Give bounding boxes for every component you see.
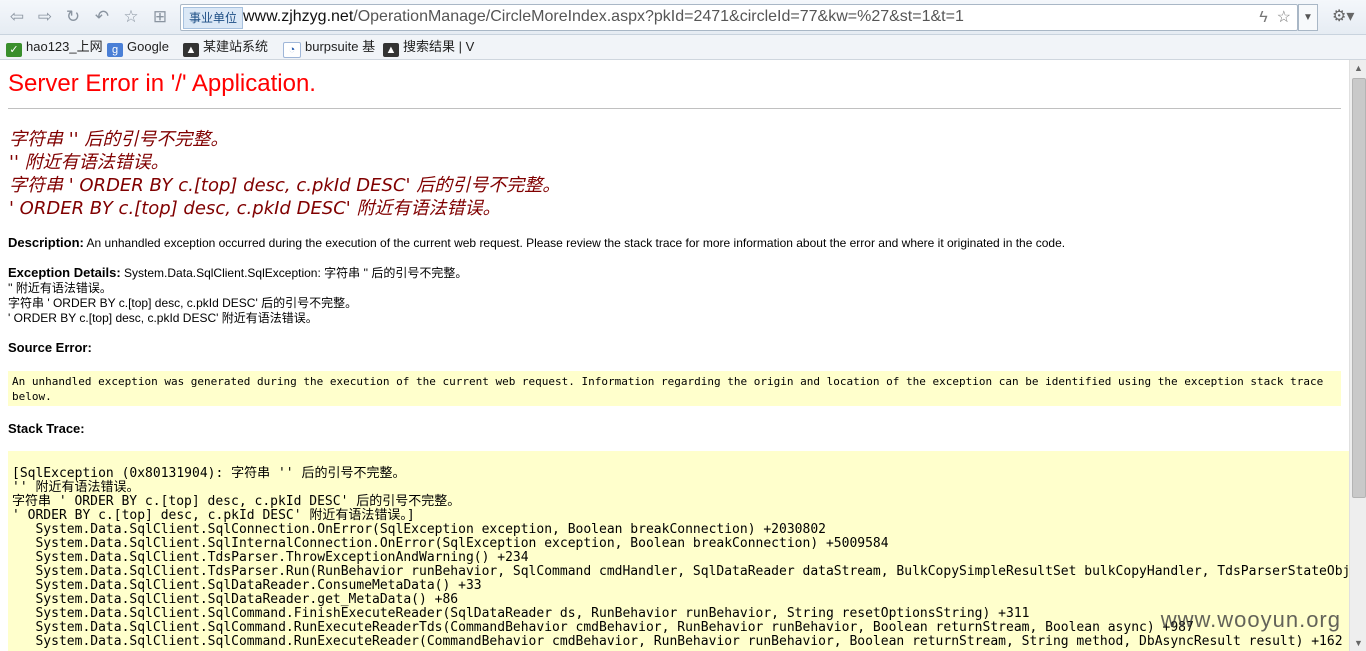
description-label: Description: [8, 235, 84, 250]
error-line: ' ORDER BY c.[top] desc, c.pkId DESC' 附近… [9, 198, 501, 219]
error-line: '' 附近有语法错误。 [9, 152, 169, 173]
google-icon: g [107, 43, 123, 57]
vertical-scrollbar[interactable]: ▲ ▼ [1349, 60, 1366, 651]
back-icon[interactable]: ⇦ [6, 6, 28, 28]
address-bar-icons: ϟ ☆ [1259, 7, 1291, 27]
bookmark-label: 搜索结果 | V [403, 39, 475, 54]
source-error-heading: Source Error: [8, 340, 92, 356]
source-error-label: Source Error: [8, 340, 92, 355]
exception-line: 字符串 ' ORDER BY c.[top] desc, c.pkId DESC… [8, 296, 358, 310]
bookmark-label: Google [127, 39, 169, 54]
bookmark-label: hao123_上网 [26, 39, 103, 54]
refresh-icon[interactable]: ↻ [62, 6, 84, 28]
divider [8, 108, 1341, 109]
wrench-menu-icon[interactable]: ⚙▾ [1332, 6, 1354, 26]
stack-trace-text: [SqlException (0x80131904): 字符串 '' 后的引号不… [12, 466, 1349, 649]
bookmark-google[interactable]: g Google [107, 37, 169, 57]
exception-line: '' 附近有语法错误。 [8, 281, 112, 295]
scroll-up-icon[interactable]: ▲ [1350, 60, 1366, 76]
address-badge: 事业单位 [183, 7, 244, 29]
address-dropdown-icon[interactable]: ▼ [1298, 4, 1318, 31]
source-error-box: An unhandled exception was generated dur… [8, 371, 1341, 406]
bookmark-hao123[interactable]: ✓ hao123_上网 [6, 37, 103, 57]
description-text: An unhandled exception occurred during t… [86, 236, 1066, 250]
bookmark-star-icon[interactable]: ☆ [1277, 9, 1291, 26]
bookmark-search-results[interactable]: ▲ 搜索结果 | V [383, 37, 474, 57]
scroll-down-icon[interactable]: ▼ [1350, 635, 1366, 651]
apps-grid-icon[interactable]: ⊞ [149, 6, 171, 28]
source-error-text: An unhandled exception was generated dur… [12, 375, 1324, 403]
error-line: 字符串 ' ORDER BY c.[top] desc, c.pkId DESC… [9, 175, 561, 196]
hao123-icon: ✓ [6, 43, 22, 57]
scrollbar-thumb[interactable] [1352, 78, 1366, 498]
lightning-icon[interactable]: ϟ [1259, 9, 1267, 26]
bookmark-label: burpsuite 基 [305, 39, 376, 54]
bookmark-label: 某建站系统 [203, 39, 269, 54]
bookmark-site-system[interactable]: ▲ 某建站系统 [183, 37, 268, 57]
exception-details-section: Exception Details: System.Data.SqlClient… [8, 265, 467, 326]
burpsuite-icon: ◔ [283, 42, 301, 58]
search-results-icon: ▲ [383, 43, 399, 57]
bookmark-burpsuite[interactable]: ◔ burpsuite 基 [283, 37, 376, 58]
site-icon: ▲ [183, 43, 199, 57]
page-content: Server Error in '/' Application. 字符串 '' … [0, 60, 1349, 651]
error-line: 字符串 '' 后的引号不完整。 [9, 129, 229, 150]
description-section: Description: An unhandled exception occu… [8, 235, 1065, 251]
url-path: /OperationManage/CircleMoreIndex.aspx?pk… [353, 8, 964, 25]
stack-trace-box: [SqlException (0x80131904): 字符串 '' 后的引号不… [8, 451, 1349, 651]
exception-line: System.Data.SqlClient.SqlException: 字符串 … [124, 266, 468, 280]
error-message: 字符串 '' 后的引号不完整。 '' 附近有语法错误。 字符串 ' ORDER … [9, 128, 560, 220]
stack-trace-heading: Stack Trace: [8, 421, 85, 437]
url-text[interactable]: www.zjhzyg.net/OperationManage/CircleMor… [243, 5, 964, 29]
watermark: www.wooyun.org [1160, 607, 1341, 632]
url-host: www.zjhzyg.net [243, 8, 354, 25]
undo-icon[interactable]: ↶ [91, 6, 113, 28]
forward-icon[interactable]: ⇨ [34, 6, 56, 28]
favorite-star-icon[interactable]: ☆ [120, 6, 142, 28]
bookmarks-bar: ✓ hao123_上网 g Google ▲ 某建站系统 ◔ burpsuite 基 ▲… [0, 35, 1366, 60]
page-title: Server Error in '/' Application. [8, 70, 316, 97]
address-bar[interactable]: 事业单位 www.zjhzyg.net/OperationManage/Circ… [180, 4, 1298, 31]
exception-line: ' ORDER BY c.[top] desc, c.pkId DESC' 附近… [8, 311, 318, 325]
browser-toolbar: ⇦ ⇨ ↻ ↶ ☆ ⊞ 事业单位 www.zjhzyg.net/Operatio… [0, 0, 1366, 35]
exception-label: Exception Details: [8, 265, 121, 280]
stack-trace-label: Stack Trace: [8, 421, 85, 436]
